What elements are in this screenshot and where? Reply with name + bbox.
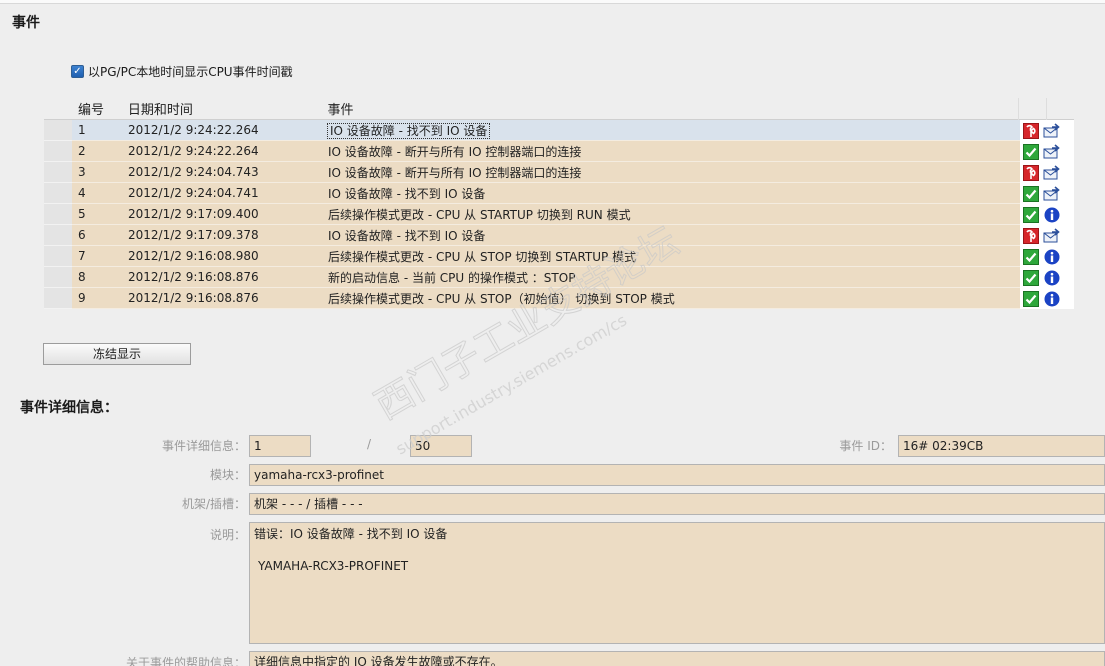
outgoing-event-icon[interactable] bbox=[1043, 122, 1061, 139]
row-number: 9 bbox=[78, 291, 86, 305]
local-time-option[interactable]: ✓ 以PG/PC本地时间显示CPU事件时间戳 bbox=[71, 63, 293, 80]
row-number: 2 bbox=[78, 144, 86, 158]
description-label: 说明： bbox=[209, 528, 246, 542]
row-number: 4 bbox=[78, 186, 86, 200]
event-table: 编号 日期和时间 事件 1 2012/1/2 9:24:22.264 IO 设备… bbox=[44, 97, 1074, 309]
help-info-label: 关于事件的帮助信息： bbox=[125, 656, 246, 666]
row-event-text: 后续操作模式更改 - CPU 从 STOP 切换到 STARTUP 模式 bbox=[328, 249, 637, 264]
row-datetime: 2012/1/2 9:24:04.743 bbox=[128, 165, 259, 179]
row-datetime: 2012/1/2 9:24:04.741 bbox=[128, 186, 259, 200]
row-event-text: IO 设备故障 - 断开与所有 IO 控制器端口的连接 bbox=[328, 144, 582, 159]
row-datetime: 2012/1/2 9:24:22.264 bbox=[128, 123, 259, 137]
description-line-device: YAMAHA-RCX3-PROFINET bbox=[258, 559, 409, 573]
column-header-datetime[interactable]: 日期和时间 bbox=[128, 99, 328, 118]
row-event-text: 后续操作模式更改 - CPU 从 STOP（初始值） 切换到 STOP 模式 bbox=[328, 291, 675, 306]
row-number: 8 bbox=[78, 270, 86, 284]
row-selector[interactable] bbox=[44, 141, 72, 162]
top-border bbox=[0, 0, 1105, 4]
info-icon[interactable] bbox=[1043, 207, 1061, 223]
info-icon[interactable] bbox=[1043, 249, 1061, 265]
info-icon[interactable] bbox=[1043, 291, 1061, 307]
help-info-field: 详细信息中指定的 IO 设备发生故障或不存在。 bbox=[249, 651, 1105, 666]
table-row-5[interactable]: 5 2012/1/2 9:17:09.400 后续操作模式更改 - CPU 从 … bbox=[44, 204, 1074, 225]
outgoing-event-icon[interactable] bbox=[1043, 143, 1061, 160]
row-datetime: 2012/1/2 9:16:08.980 bbox=[128, 249, 259, 263]
rack-slot-label: 机架/插槽： bbox=[181, 497, 246, 511]
ok-check-icon[interactable] bbox=[1022, 206, 1040, 223]
module-label: 模块： bbox=[209, 468, 246, 482]
description-line-error: 错误：IO 设备故障 - 找不到 IO 设备 bbox=[254, 527, 448, 541]
detail-index-field[interactable]: 1 bbox=[249, 435, 311, 457]
detail-index-label: 事件详细信息： bbox=[161, 439, 246, 453]
table-header: 编号 日期和时间 事件 bbox=[44, 97, 1074, 120]
outgoing-event-icon[interactable] bbox=[1043, 227, 1061, 244]
row-datetime: 2012/1/2 9:17:09.378 bbox=[128, 228, 259, 242]
ok-check-icon[interactable] bbox=[1022, 290, 1040, 307]
row-selector[interactable] bbox=[44, 225, 72, 246]
column-header-event[interactable]: 事件 bbox=[327, 99, 1018, 118]
row-number: 1 bbox=[78, 123, 86, 137]
row-selector[interactable] bbox=[44, 183, 72, 204]
table-body: 1 2012/1/2 9:24:22.264 IO 设备故障 - 找不到 IO … bbox=[44, 120, 1074, 309]
ok-check-icon[interactable] bbox=[1022, 185, 1040, 202]
table-row-8[interactable]: 8 2012/1/2 9:16:08.876 新的启动信息 - 当前 CPU 的… bbox=[44, 267, 1074, 288]
freeze-display-button[interactable]: 冻结显示 bbox=[43, 343, 191, 365]
event-id-field: 16# 02:39CB bbox=[898, 435, 1105, 457]
row-number: 3 bbox=[78, 165, 86, 179]
detail-separator: / bbox=[366, 437, 372, 451]
row-datetime: 2012/1/2 9:16:08.876 bbox=[128, 270, 259, 284]
table-row-7[interactable]: 7 2012/1/2 9:16:08.980 后续操作模式更改 - CPU 从 … bbox=[44, 246, 1074, 267]
row-selector[interactable] bbox=[44, 120, 72, 141]
error-wrench-icon[interactable] bbox=[1022, 122, 1040, 139]
row-number: 7 bbox=[78, 249, 86, 263]
error-wrench-icon[interactable] bbox=[1022, 227, 1040, 244]
section-title: 事件 bbox=[12, 15, 40, 31]
ok-check-icon[interactable] bbox=[1022, 143, 1040, 160]
table-row-6[interactable]: 6 2012/1/2 9:17:09.378 IO 设备故障 - 找不到 IO … bbox=[44, 225, 1074, 246]
column-header-number[interactable]: 编号 bbox=[72, 99, 128, 118]
module-field: yamaha-rcx3-profinet bbox=[249, 464, 1105, 486]
local-time-checkbox-label: 以PG/PC本地时间显示CPU事件时间戳 bbox=[88, 65, 293, 79]
row-datetime: 2012/1/2 9:16:08.876 bbox=[128, 291, 259, 305]
event-id-label: 事件 ID： bbox=[839, 439, 892, 453]
ok-check-icon[interactable] bbox=[1022, 248, 1040, 265]
info-icon[interactable] bbox=[1043, 270, 1061, 286]
table-row-4[interactable]: 4 2012/1/2 9:24:04.741 IO 设备故障 - 找不到 IO … bbox=[44, 183, 1074, 204]
local-time-checkbox[interactable]: ✓ bbox=[71, 65, 84, 78]
row-event-text: 新的启动信息 - 当前 CPU 的操作模式 ：STOP bbox=[328, 270, 576, 285]
row-event-text: IO 设备故障 - 找不到 IO 设备 bbox=[328, 186, 486, 201]
rack-slot-field: 机架 - - - / 插槽 - - - bbox=[249, 493, 1105, 515]
ok-check-icon[interactable] bbox=[1022, 269, 1040, 286]
row-event-text: IO 设备故障 - 找不到 IO 设备 bbox=[326, 122, 491, 139]
row-number: 6 bbox=[78, 228, 86, 242]
outgoing-event-icon[interactable] bbox=[1043, 164, 1061, 181]
outgoing-event-icon[interactable] bbox=[1043, 185, 1061, 202]
row-datetime: 2012/1/2 9:24:22.264 bbox=[128, 144, 259, 158]
table-row-9[interactable]: 9 2012/1/2 9:16:08.876 后续操作模式更改 - CPU 从 … bbox=[44, 288, 1074, 309]
table-row-1[interactable]: 1 2012/1/2 9:24:22.264 IO 设备故障 - 找不到 IO … bbox=[44, 120, 1074, 141]
row-datetime: 2012/1/2 9:17:09.400 bbox=[128, 207, 259, 221]
row-event-text: 后续操作模式更改 - CPU 从 STARTUP 切换到 RUN 模式 bbox=[328, 207, 631, 222]
row-selector[interactable] bbox=[44, 162, 72, 183]
row-selector[interactable] bbox=[44, 246, 72, 267]
row-selector[interactable] bbox=[44, 204, 72, 225]
row-selector[interactable] bbox=[44, 288, 72, 309]
table-row-2[interactable]: 2 2012/1/2 9:24:22.264 IO 设备故障 - 断开与所有 I… bbox=[44, 141, 1074, 162]
error-wrench-icon[interactable] bbox=[1022, 164, 1040, 181]
row-event-text: IO 设备故障 - 断开与所有 IO 控制器端口的连接 bbox=[328, 165, 582, 180]
row-selector[interactable] bbox=[44, 267, 72, 288]
row-event-text: IO 设备故障 - 找不到 IO 设备 bbox=[328, 228, 486, 243]
row-number: 5 bbox=[78, 207, 86, 221]
details-title: 事件详细信息： bbox=[20, 400, 118, 416]
table-row-3[interactable]: 3 2012/1/2 9:24:04.743 IO 设备故障 - 断开与所有 I… bbox=[44, 162, 1074, 183]
description-field: 错误：IO 设备故障 - 找不到 IO 设备 YAMAHA-RCX3-PROFI… bbox=[249, 522, 1105, 644]
detail-total-field: 50 bbox=[410, 435, 472, 457]
